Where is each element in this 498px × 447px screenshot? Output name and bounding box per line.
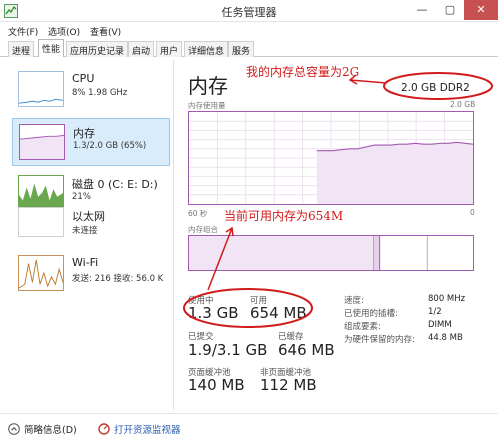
graph-time-left: 60 秒 (188, 209, 208, 218)
composition-label: 内存组合 (188, 225, 218, 234)
spec-reserved-value: 44.8 MB (428, 333, 463, 343)
resource-monitor-icon (98, 423, 110, 435)
usage-graph-max: 2.0 GB (450, 100, 476, 109)
spec-form-factor-label: 组成要素: (344, 322, 381, 332)
sidebar-item-label: CPU (72, 72, 95, 85)
memory-capacity: 2.0 GB DDR2 (401, 82, 470, 94)
menu-bar: 文件(F) 选项(O) 查看(V) (0, 22, 498, 39)
memory-thumbnail-graph (19, 124, 65, 160)
sidebar-item-wifi[interactable]: Wi-Fi 发送: 216 接收: 56.0 K (12, 250, 170, 298)
nonpaged-pool-value: 112 MB (260, 376, 317, 394)
sidebar-item-ethernet[interactable]: 以太网 未连接 (12, 202, 170, 242)
tab-processes[interactable]: 进程 (8, 41, 35, 57)
tab-startup[interactable]: 启动 (128, 41, 155, 57)
memory-composition-bar (188, 235, 474, 271)
wifi-thumbnail-graph (18, 255, 64, 291)
sidebar-item-value: 发送: 216 接收: 56.0 K (72, 274, 164, 284)
menu-options[interactable]: 选项(O) (48, 25, 80, 38)
resource-sidebar: CPU 8% 1.98 GHz 内存 1.3/2.0 GB (65%) 磁盘 0… (4, 60, 174, 410)
cached-value: 646 MB (278, 341, 335, 359)
sidebar-item-label: 以太网 (72, 210, 105, 223)
spec-slots-value: 1/2 (428, 307, 442, 317)
minimize-button[interactable]: — (408, 0, 436, 20)
sidebar-item-label: 内存 (73, 127, 95, 140)
sidebar-item-cpu[interactable]: CPU 8% 1.98 GHz (12, 66, 170, 114)
tab-details[interactable]: 详细信息 (184, 41, 229, 57)
paged-pool-value: 140 MB (188, 376, 245, 394)
spec-speed-label: 速度: (344, 296, 364, 306)
footer-bar: 简略信息(D) 打开资源监视器 (0, 413, 498, 447)
memory-usage-graph (188, 111, 474, 205)
usage-graph-label: 内存使用量 (188, 101, 226, 110)
title-bar: 任务管理器 — ▢ ✕ (0, 0, 498, 22)
in-use-value: 1.3 GB (188, 304, 239, 322)
cpu-thumbnail-graph (18, 71, 64, 107)
fewer-details-button[interactable]: 简略信息(D) (24, 422, 77, 436)
maximize-button[interactable]: ▢ (436, 0, 464, 20)
page-title: 内存 (188, 74, 228, 98)
tab-performance[interactable]: 性能 (38, 39, 65, 57)
spec-reserved-label: 为硬件保留的内存: (344, 335, 415, 345)
sidebar-item-label: Wi-Fi (72, 256, 99, 269)
annotation-available-memory: 当前可用内存为654M (224, 209, 344, 223)
sidebar-item-value: 21% (72, 192, 91, 202)
tab-users[interactable]: 用户 (156, 41, 183, 57)
graph-time-right: 0 (470, 208, 475, 217)
chevron-up-icon[interactable] (8, 423, 20, 435)
close-button[interactable]: ✕ (464, 0, 498, 20)
tab-bar: 进程 性能 应用历史记录 启动 用户 详细信息 服务 (0, 39, 498, 57)
tab-app-history[interactable]: 应用历史记录 (66, 41, 129, 57)
spec-speed-value: 800 MHz (428, 294, 466, 304)
tab-services[interactable]: 服务 (228, 41, 255, 57)
ethernet-thumbnail-graph (18, 207, 64, 237)
available-value: 654 MB (250, 304, 307, 322)
sidebar-item-value: 8% 1.98 GHz (72, 88, 128, 98)
spec-form-factor-value: DIMM (428, 320, 452, 330)
usage-graph-area (316, 142, 473, 204)
annotation-total-capacity: 我的内存总容量为2G (246, 65, 360, 79)
menu-view[interactable]: 查看(V) (90, 25, 121, 38)
spec-slots-label: 已使用的插槽: (344, 309, 398, 319)
sidebar-item-memory[interactable]: 内存 1.3/2.0 GB (65%) (12, 118, 170, 166)
memory-panel: 内存 2.0 GB DDR2 内存使用量 2.0 GB 60 秒 0 内存组合 … (178, 58, 496, 413)
committed-value: 1.9/3.1 GB (188, 341, 268, 359)
sidebar-item-value: 1.3/2.0 GB (65%) (73, 141, 147, 151)
menu-file[interactable]: 文件(F) (8, 25, 38, 38)
sidebar-item-value: 未连接 (72, 226, 98, 236)
open-resource-monitor-link[interactable]: 打开资源监视器 (114, 422, 181, 436)
sidebar-item-label: 磁盘 0 (C: E: D:) (72, 178, 158, 191)
